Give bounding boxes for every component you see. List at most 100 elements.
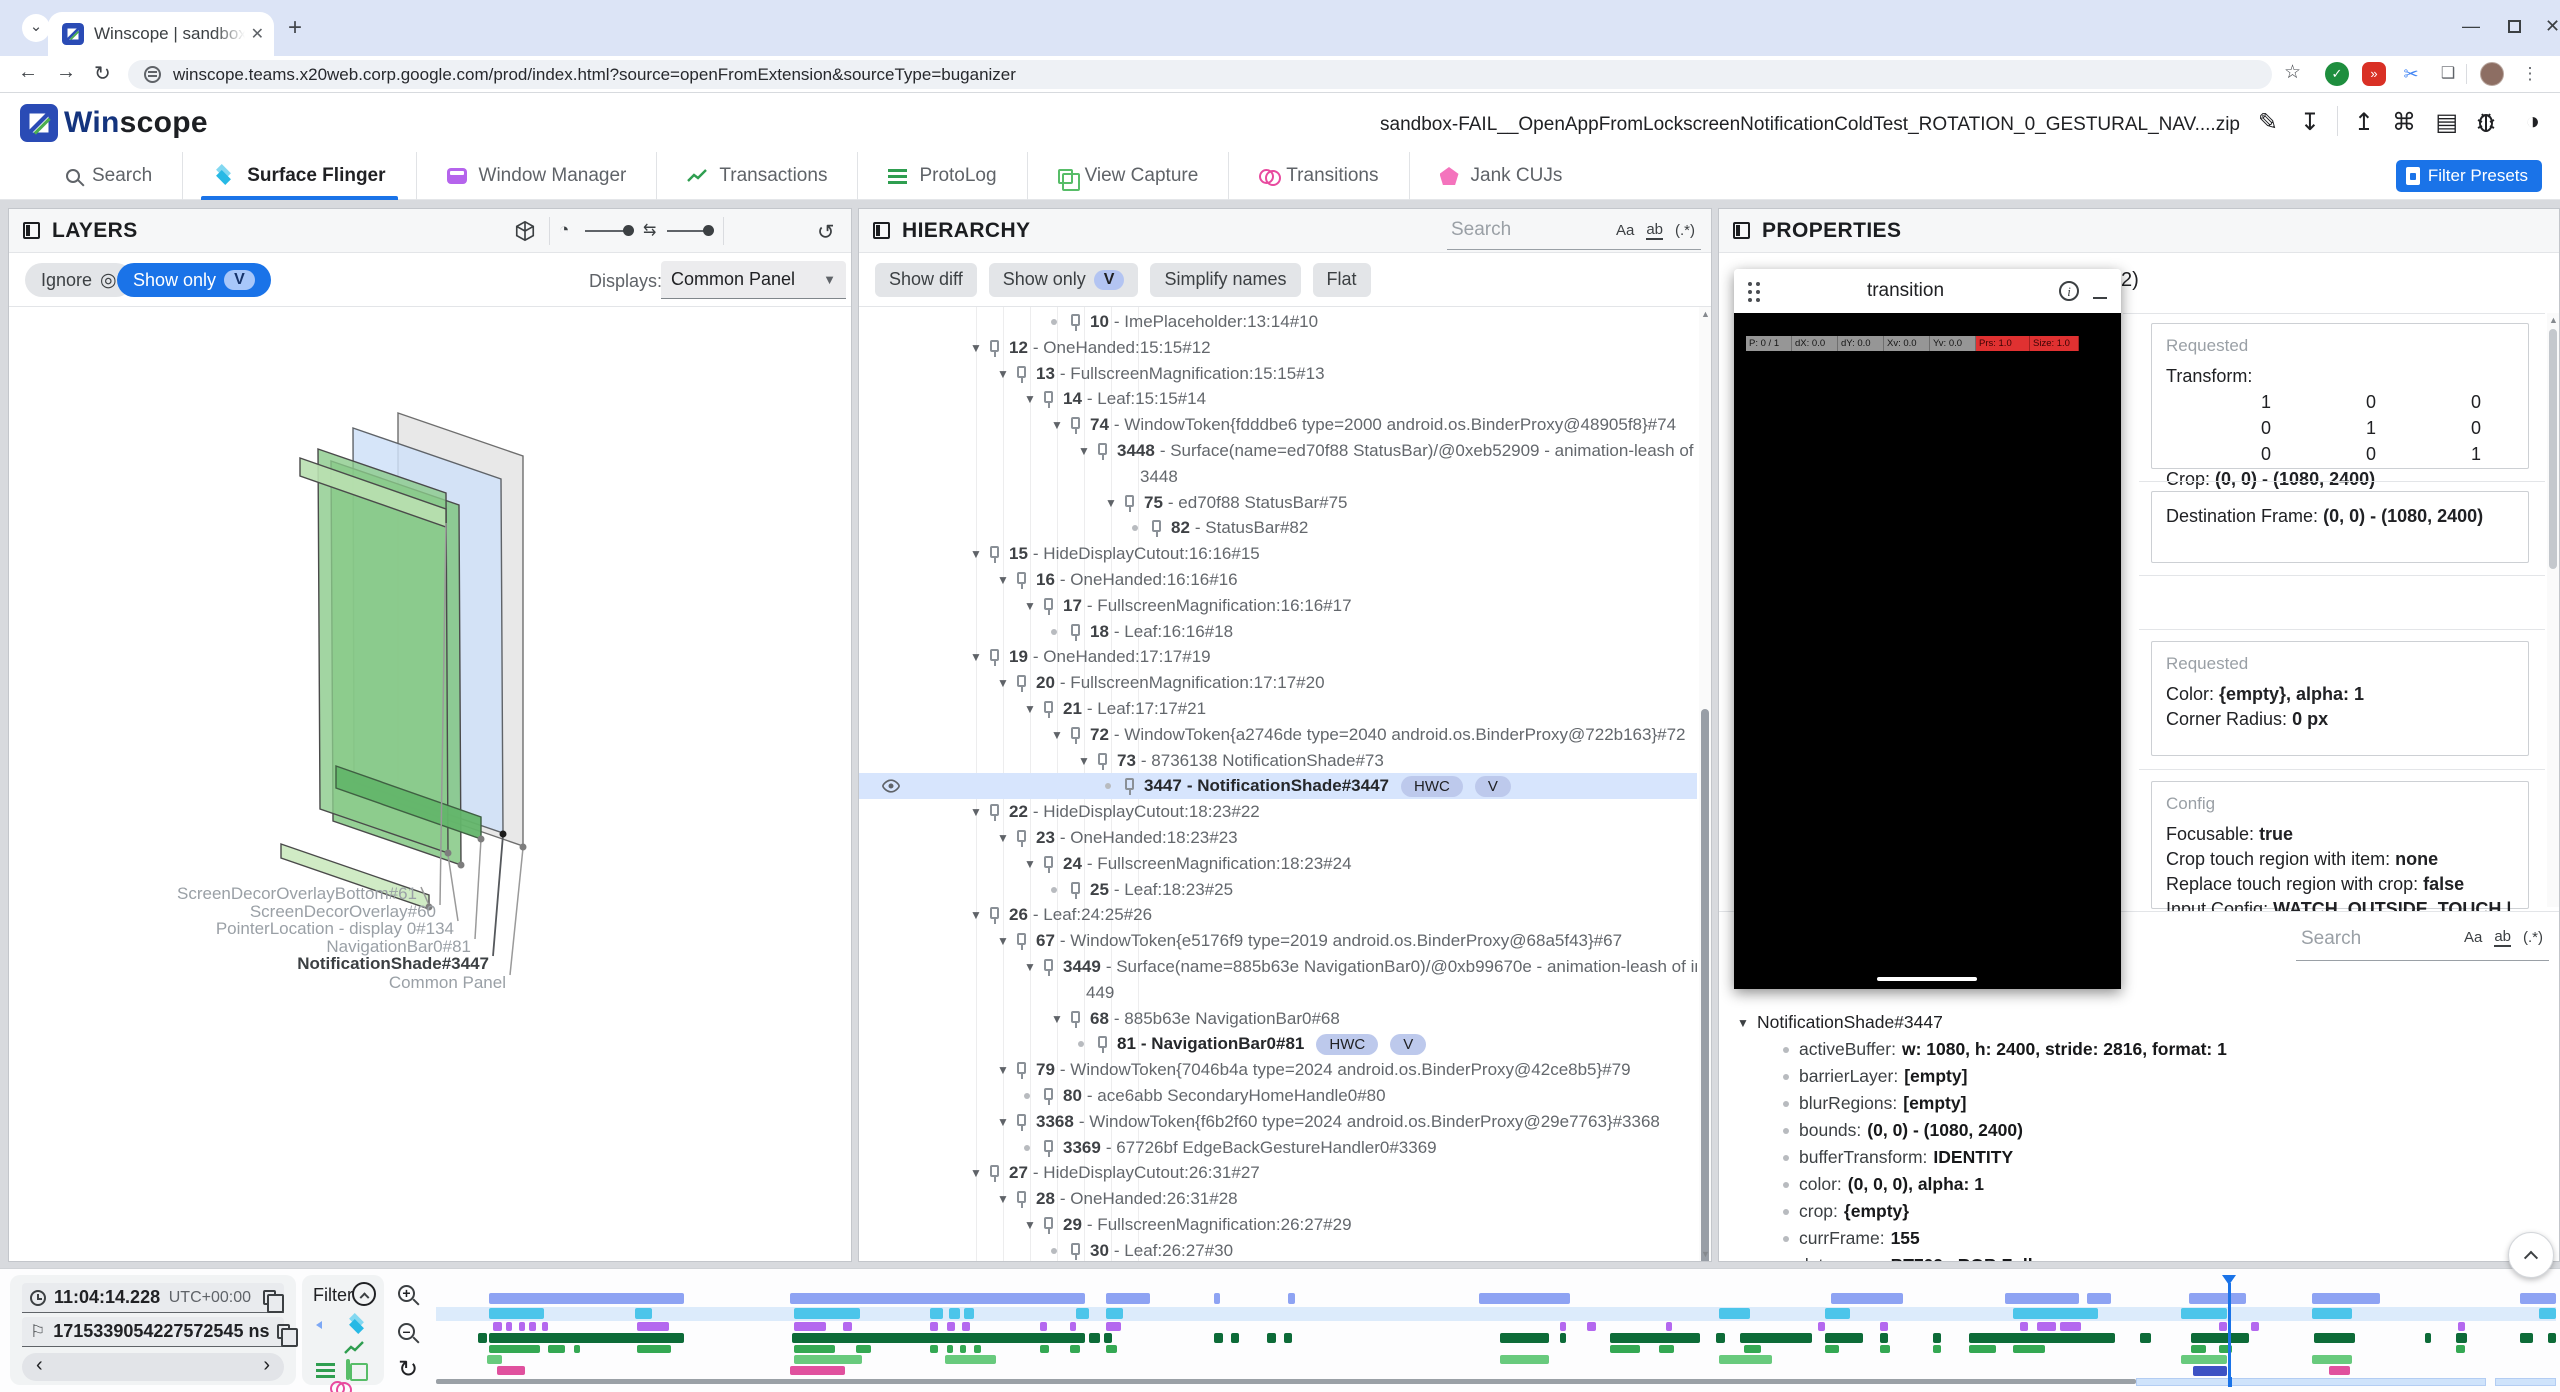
- hierarchy-node-75[interactable]: ▼75- ed70f88 StatusBar#75: [859, 490, 1697, 516]
- protolog-segment[interactable]: [930, 1345, 938, 1353]
- property-node[interactable]: crop:{empty}: [1719, 1198, 2545, 1225]
- protolog-segment[interactable]: [637, 1345, 671, 1353]
- surface-flinger-segment[interactable]: [794, 1308, 860, 1319]
- tab-surface-flinger[interactable]: Surface Flinger: [182, 152, 415, 200]
- pin-icon[interactable]: [1017, 1191, 1026, 1203]
- protolog-segment[interactable]: [1659, 1345, 1674, 1353]
- protolog-segment[interactable]: [1040, 1345, 1048, 1353]
- transactions-segment[interactable]: [2140, 1333, 2151, 1343]
- surface-flinger-segment[interactable]: [949, 1308, 960, 1319]
- protolog-segment[interactable]: [1744, 1345, 1761, 1353]
- expand-arrow-icon[interactable]: ▼: [1051, 418, 1065, 432]
- hierarchy-node-wrap[interactable]: 449: [859, 980, 1697, 1006]
- protolog-segment[interactable]: [2191, 1345, 2206, 1353]
- hierarchy-node-81[interactable]: 81- NavigationBar0#81HWCV: [859, 1031, 1697, 1057]
- hierarchy-node-28[interactable]: ▼28- OneHanded:26:31#28: [859, 1186, 1697, 1212]
- address-bar[interactable]: winscope.teams.x20web.corp.google.com/pr…: [128, 60, 2272, 89]
- hierarchy-node-24[interactable]: ▼24- FullscreenMagnification:18:23#24: [859, 851, 1697, 877]
- window-manager-segment[interactable]: [2251, 1322, 2259, 1331]
- hierarchy-node-12[interactable]: ▼12- OneHanded:15:15#12: [859, 335, 1697, 361]
- reload-icon[interactable]: ↻: [94, 61, 111, 86]
- properties-search-input[interactable]: Search: [2301, 928, 2361, 950]
- minimize-icon[interactable]: [2093, 297, 2107, 300]
- hierarchy-node-30[interactable]: 30- Leaf:26:27#30: [859, 1238, 1697, 1261]
- layer-label[interactable]: NotificationShade#3447: [297, 954, 489, 974]
- expand-arrow-icon[interactable]: ▼: [997, 831, 1011, 845]
- visibility-eye-icon[interactable]: [881, 776, 901, 796]
- timeline-reset-zoom-icon[interactable]: ↻: [398, 1355, 418, 1384]
- dark-mode-icon[interactable]: ◑: [2526, 108, 2541, 136]
- expand-arrow-icon[interactable]: ▼: [970, 650, 984, 664]
- transition-titlebar[interactable]: transition i: [1734, 269, 2121, 313]
- expand-arrow-icon[interactable]: ▼: [997, 367, 1011, 381]
- pin-icon[interactable]: [1044, 701, 1053, 713]
- property-node[interactable]: color:(0, 0, 0), alpha: 1: [1719, 1171, 2545, 1198]
- protolog-segment[interactable]: [2456, 1345, 2464, 1353]
- protolog-segment[interactable]: [548, 1345, 565, 1353]
- tab-search[interactable]: Search: [36, 152, 182, 200]
- hierarchy-node-3369[interactable]: 3369- 67726bf EdgeBackGestureHandler0#33…: [859, 1135, 1697, 1161]
- view-capture-segment[interactable]: [2312, 1355, 2352, 1364]
- tab-search-button[interactable]: ⌄: [22, 14, 50, 42]
- expand-arrow-icon[interactable]: ▼: [970, 805, 984, 819]
- report-bug-icon[interactable]: [2474, 110, 2498, 134]
- hierarchy-node-22[interactable]: ▼22- HideDisplayCutout:18:23#22: [859, 799, 1697, 825]
- spacing-slider-handle[interactable]: [703, 225, 714, 236]
- expand-arrow-icon[interactable]: ▼: [1051, 728, 1065, 742]
- transactions-segment[interactable]: [792, 1333, 1085, 1343]
- hierarchy-node-3448[interactable]: ▼3448- Surface(name=ed70f88 StatusBar)/@…: [859, 438, 1697, 464]
- simplify-names-chip[interactable]: Simplify names: [1150, 263, 1300, 297]
- window-manager-segment[interactable]: [2458, 1322, 2464, 1331]
- collapse-panel-icon[interactable]: [23, 222, 40, 239]
- transactions-segment[interactable]: [1560, 1333, 1566, 1343]
- minimap-selection[interactable]: [2495, 1378, 2556, 1386]
- protolog-segment[interactable]: [574, 1345, 580, 1353]
- site-info-icon[interactable]: [144, 66, 161, 83]
- upload-icon[interactable]: ↥: [2354, 108, 2374, 137]
- screen-recording-segment[interactable]: [2520, 1293, 2556, 1304]
- transactions-segment[interactable]: [489, 1333, 684, 1343]
- layer-label[interactable]: ScreenDecorOverlayBottom#61: [177, 884, 417, 904]
- layer-label[interactable]: Common Panel: [389, 973, 506, 993]
- protolog-segment[interactable]: [489, 1345, 540, 1353]
- timeline-zoom-out-icon[interactable]: –: [398, 1323, 415, 1340]
- window-manager-segment[interactable]: [1070, 1322, 1076, 1331]
- hierarchy-node-80[interactable]: 80- ace6abb SecondaryHomeHandle0#80: [859, 1083, 1697, 1109]
- documentation-icon[interactable]: ▤: [2435, 108, 2458, 137]
- properties-scrollbar[interactable]: ▲: [2547, 313, 2559, 907]
- pin-icon[interactable]: [1044, 1088, 1053, 1100]
- expand-arrow-icon[interactable]: ▼: [970, 1166, 984, 1180]
- match-case-icon[interactable]: Aa: [2464, 929, 2482, 946]
- protolog-segment[interactable]: [2013, 1345, 2045, 1353]
- view-capture-segment[interactable]: [1500, 1355, 1549, 1364]
- browser-tab[interactable]: Winscope | sandbox-FAI ✕: [48, 12, 274, 56]
- hierarchy-node-17[interactable]: ▼17- FullscreenMagnification:16:16#17: [859, 593, 1697, 619]
- window-manager-segment[interactable]: [1560, 1322, 1566, 1331]
- surface-flinger-segment[interactable]: [2181, 1308, 2228, 1319]
- protolog-segment[interactable]: [974, 1345, 980, 1353]
- hierarchy-node-16[interactable]: ▼16- OneHanded:16:16#16: [859, 567, 1697, 593]
- surface-flinger-segment[interactable]: [964, 1308, 975, 1319]
- surface-flinger-segment[interactable]: [2013, 1308, 2098, 1319]
- human-time-field[interactable]: 11:04:14.228 UTC+00:00: [22, 1283, 284, 1313]
- expand-arrow-icon[interactable]: ▼: [970, 341, 984, 355]
- window-manager-segment[interactable]: [1880, 1322, 1888, 1331]
- next-frame-button[interactable]: ›: [263, 1354, 270, 1377]
- collapse-panel-icon[interactable]: [873, 222, 890, 239]
- screen-recording-segment[interactable]: [1106, 1293, 1151, 1304]
- window-manager-segment[interactable]: [1040, 1322, 1046, 1331]
- expand-arrow-icon[interactable]: ▼: [1737, 1016, 1757, 1030]
- view-capture-segment[interactable]: [794, 1355, 862, 1364]
- transactions-segment[interactable]: [1214, 1333, 1222, 1343]
- expand-arrow-icon[interactable]: ▼: [997, 1192, 1011, 1206]
- show-only-chip[interactable]: Show onlyV: [989, 263, 1139, 297]
- property-node[interactable]: blurRegions:[empty]: [1719, 1090, 2545, 1117]
- shortcuts-icon[interactable]: ⌘: [2392, 108, 2416, 137]
- surface-flinger-segment[interactable]: [1076, 1308, 1089, 1319]
- pin-icon[interactable]: [1017, 933, 1026, 945]
- hierarchy-node-15[interactable]: ▼15- HideDisplayCutout:16:16#15: [859, 541, 1697, 567]
- transactions-segment[interactable]: [1500, 1333, 1549, 1343]
- hierarchy-search-input[interactable]: Search: [1451, 219, 1511, 241]
- surface-flinger-segment[interactable]: [635, 1308, 652, 1319]
- copy-icon[interactable]: [263, 1290, 276, 1305]
